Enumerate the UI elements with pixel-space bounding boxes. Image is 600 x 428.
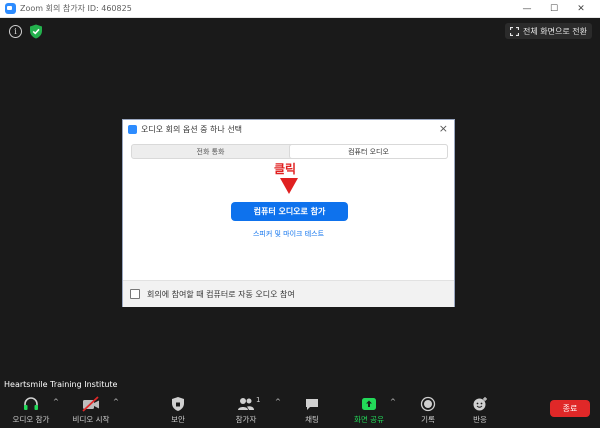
start-video-label: 비디오 시작	[72, 415, 110, 424]
participants-label: 참가자	[235, 415, 257, 424]
record-icon	[420, 396, 436, 412]
participant-name-label: Heartsmile Training Institute	[4, 380, 118, 389]
reactions-label: 반응	[473, 415, 487, 424]
dialog-title: 오디오 회의 옵션 중 하나 선택	[141, 124, 243, 134]
audio-options-dialog: 오디오 회의 옵션 중 하나 선택 × 전화 통화 컴퓨터 오디오 클릭 컴퓨터…	[122, 119, 455, 307]
headphones-icon	[24, 397, 38, 410]
record-label: 기록	[421, 415, 435, 424]
chat-button[interactable]: 채팅	[296, 390, 328, 427]
video-options-caret[interactable]: ^	[113, 398, 119, 406]
chat-icon	[306, 399, 318, 410]
test-speaker-mic-link[interactable]: 스피커 및 마이크 테스트	[123, 229, 454, 239]
zoom-logo-icon	[5, 3, 16, 14]
participants-button[interactable]: 1 참가자	[228, 390, 264, 427]
dialog-close-button[interactable]: ×	[439, 122, 448, 135]
dialog-footer: 회의에 참여할 때 컴퓨터로 자동 오디오 참여	[123, 280, 454, 307]
meeting-toolbar: 오디오 참가 ^ 비디오 시작 ^ 보안 1 참가자 ^ 채팅 화면 공유 ^ …	[0, 390, 600, 427]
participant-count: 1	[256, 396, 261, 404]
auto-join-audio-checkbox[interactable]	[130, 289, 140, 299]
security-button[interactable]: 보안	[160, 390, 196, 427]
encryption-shield-icon[interactable]	[29, 24, 43, 39]
chat-label: 채팅	[305, 415, 319, 424]
join-audio-button[interactable]: 오디오 참가	[10, 390, 52, 427]
join-computer-audio-button[interactable]: 컴퓨터 오디오로 참가	[231, 202, 348, 221]
reactions-button[interactable]: 반응	[464, 390, 496, 427]
fullscreen-icon	[510, 26, 520, 36]
security-label: 보안	[171, 415, 185, 424]
fullscreen-label: 전체 화면으로 전환	[523, 26, 587, 36]
click-annotation: 클릭	[274, 162, 297, 176]
share-screen-icon	[362, 398, 376, 410]
audio-tabs: 전화 통화 컴퓨터 오디오	[131, 144, 448, 159]
meeting-info-icon[interactable]: i	[9, 25, 22, 38]
start-video-button[interactable]: 비디오 시작	[70, 390, 112, 427]
record-button[interactable]: 기록	[412, 390, 444, 427]
zoom-logo-icon	[128, 124, 137, 134]
participants-icon-wrap: 1	[237, 396, 260, 412]
meeting-area: i 전체 화면으로 전환 오디오 회의 옵션 중 하나 선택 × 전화 통화 컴…	[0, 18, 600, 428]
participants-options-caret[interactable]: ^	[275, 398, 281, 406]
window-title: Zoom 회의 참가자 ID: 460825	[20, 4, 132, 13]
participants-icon	[238, 398, 254, 410]
shield-icon	[172, 397, 184, 411]
window-title-bar: Zoom 회의 참가자 ID: 460825 — ☐ ✕	[0, 0, 600, 18]
reaction-icon	[473, 397, 487, 411]
audio-options-caret[interactable]: ^	[53, 398, 59, 406]
fullscreen-button[interactable]: 전체 화면으로 전환	[505, 23, 592, 39]
video-off-icon	[82, 396, 99, 412]
dialog-header: 오디오 회의 옵션 중 하나 선택	[123, 120, 454, 138]
share-screen-label: 화면 공유	[354, 415, 384, 424]
tab-computer-audio[interactable]: 컴퓨터 오디오	[289, 144, 448, 159]
auto-join-audio-label[interactable]: 회의에 참여할 때 컴퓨터로 자동 오디오 참여	[147, 289, 295, 300]
end-meeting-button[interactable]: 종료	[550, 400, 590, 417]
join-audio-label: 오디오 참가	[12, 415, 50, 424]
minimize-button[interactable]: —	[514, 0, 540, 18]
tab-phone-call[interactable]: 전화 통화	[132, 145, 289, 158]
share-screen-button[interactable]: 화면 공유	[350, 390, 388, 427]
arrow-down-icon	[280, 178, 298, 194]
close-window-button[interactable]: ✕	[568, 0, 594, 18]
maximize-button[interactable]: ☐	[541, 0, 567, 18]
share-options-caret[interactable]: ^	[390, 398, 396, 406]
